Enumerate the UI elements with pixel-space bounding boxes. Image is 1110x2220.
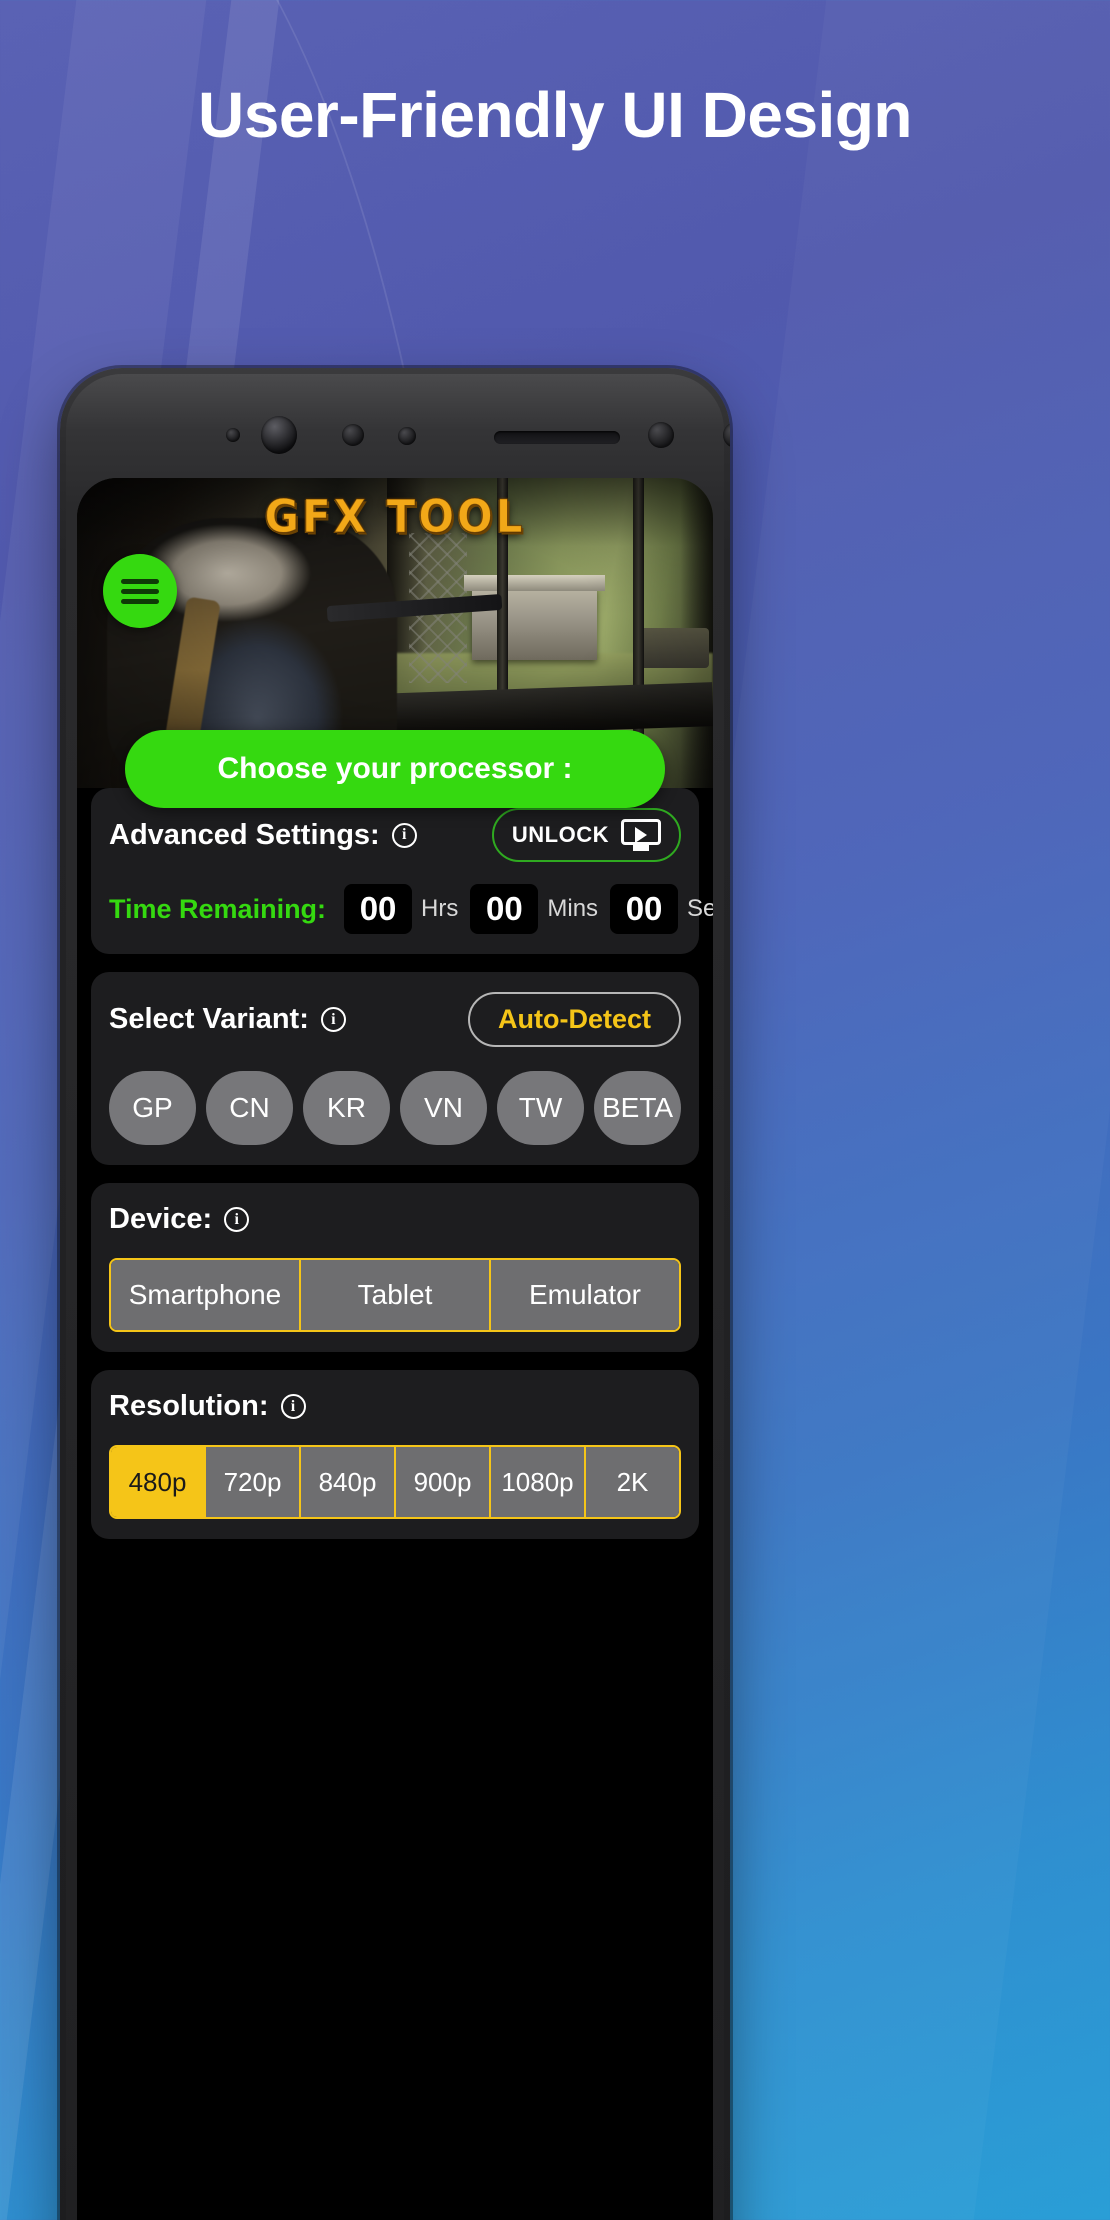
choose-processor-button[interactable]: Choose your processor :	[125, 730, 665, 808]
timer-minutes-value: 00	[470, 884, 539, 934]
variant-chip[interactable]: GP	[109, 1071, 196, 1145]
variant-chip[interactable]: BETA	[594, 1071, 681, 1145]
earpiece-speaker-icon	[494, 431, 620, 444]
unlock-button-label: UNLOCK	[511, 822, 609, 847]
auto-detect-button[interactable]: Auto-Detect	[468, 992, 681, 1047]
variant-chip[interactable]: KR	[303, 1071, 390, 1145]
variant-chip[interactable]: CN	[206, 1071, 293, 1145]
resolution-label: Resolution:	[109, 1390, 269, 1422]
video-play-icon	[621, 819, 661, 851]
sensor-icon	[226, 428, 240, 442]
phone-screen: GFX TOOL Choose your processor : Advance…	[77, 478, 713, 2220]
resolution-card: Resolution: i 480p 720p 840p 900p 1080p …	[91, 1370, 699, 1539]
select-variant-header: Select Variant: i Auto-Detect	[109, 992, 681, 1047]
timer-hours-value: 00	[344, 884, 413, 934]
phone-mockup: GFX TOOL Choose your processor : Advance…	[60, 368, 730, 2220]
select-variant-label: Select Variant:	[109, 1003, 309, 1035]
timer-seconds-unit: Secs	[687, 895, 713, 922]
advanced-settings-header: Advanced Settings: i UNLOCK	[109, 808, 681, 862]
resolution-option[interactable]: 2K	[586, 1447, 679, 1517]
info-icon[interactable]: i	[320, 1007, 346, 1032]
advanced-settings-title-group: Advanced Settings: i	[109, 819, 417, 852]
time-remaining-label: Time Remaining:	[109, 893, 327, 924]
advanced-settings-label: Advanced Settings:	[109, 818, 380, 851]
hamburger-menu-icon[interactable]	[103, 554, 177, 628]
sensor-icon	[648, 422, 674, 448]
timer-seconds-value: 00	[610, 884, 679, 934]
resolution-option[interactable]: 840p	[301, 1447, 396, 1517]
resolution-option[interactable]: 720p	[206, 1447, 301, 1517]
device-header: Device: i	[109, 1203, 681, 1236]
resolution-option[interactable]: 480p	[111, 1447, 206, 1517]
sensor-icon	[342, 424, 364, 446]
info-icon[interactable]: i	[280, 1394, 306, 1419]
resolution-title-group: Resolution: i	[109, 1390, 306, 1423]
timer-minutes-unit: Mins	[547, 895, 599, 922]
resolution-header: Resolution: i	[109, 1390, 681, 1423]
device-title-group: Device: i	[109, 1203, 250, 1236]
info-icon[interactable]: i	[391, 822, 417, 848]
advanced-settings-card: Advanced Settings: i UNLOCK Time Remaini…	[91, 788, 713, 954]
front-camera-icon	[261, 416, 297, 454]
sensor-icon	[723, 422, 730, 448]
device-label: Device:	[109, 1203, 213, 1235]
unlock-button[interactable]: UNLOCK	[491, 808, 681, 862]
time-remaining-row: Time Remaining: 00 Hrs 00 Mins 00 Secs	[109, 884, 713, 934]
app-logo: GFX TOOL	[264, 490, 526, 544]
resolution-option[interactable]: 1080p	[491, 1447, 586, 1517]
device-option[interactable]: Smartphone	[111, 1260, 301, 1330]
select-variant-card: Select Variant: i Auto-Detect GP CN KR V…	[91, 972, 699, 1165]
variant-chip[interactable]: VN	[400, 1071, 487, 1145]
resolution-option[interactable]: 900p	[396, 1447, 491, 1517]
phone-top-bezel	[60, 368, 730, 478]
device-segmented-control: Smartphone Tablet Emulator	[109, 1258, 681, 1332]
device-card: Device: i Smartphone Tablet Emulator	[91, 1183, 699, 1352]
info-icon[interactable]: i	[224, 1207, 250, 1232]
device-option[interactable]: Emulator	[491, 1260, 679, 1330]
page-headline: User-Friendly UI Design	[198, 79, 913, 151]
resolution-segmented-control: 480p 720p 840p 900p 1080p 2K	[109, 1445, 681, 1519]
device-option[interactable]: Tablet	[301, 1260, 491, 1330]
variant-chip-row: GP CN KR VN TW BETA	[109, 1071, 681, 1145]
select-variant-title-group: Select Variant: i	[109, 1003, 346, 1036]
sensor-icon	[398, 427, 416, 445]
timer-hours-unit: Hrs	[421, 895, 459, 922]
variant-chip[interactable]: TW	[497, 1071, 584, 1145]
